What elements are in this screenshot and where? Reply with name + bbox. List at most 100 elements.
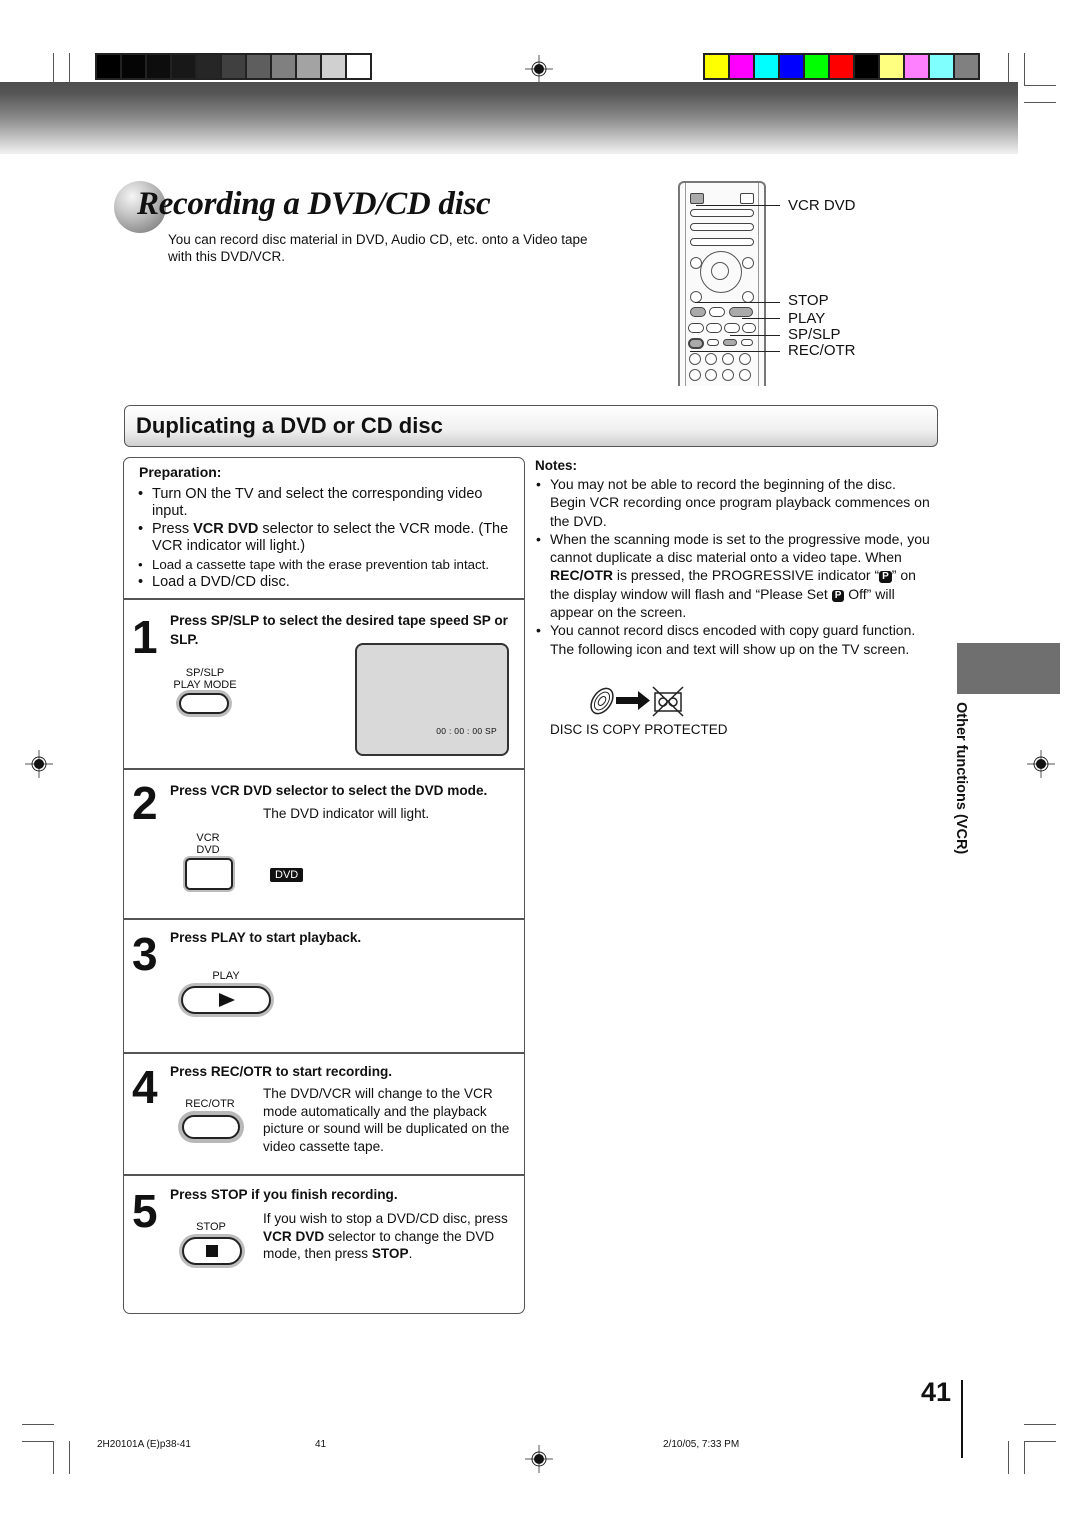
side-tab-label: Other functions (VCR) xyxy=(953,702,969,855)
remote-button xyxy=(707,339,719,346)
list-item: When the scanning mode is set to the pro… xyxy=(535,530,935,621)
remote-button xyxy=(690,238,754,246)
color-swatch xyxy=(855,55,878,78)
grayscale-calibration-bar xyxy=(95,53,372,80)
remote-button xyxy=(689,369,701,381)
crop-mark xyxy=(1024,1424,1056,1425)
remote-button xyxy=(705,353,717,365)
gray-swatch xyxy=(297,55,320,78)
gray-swatch xyxy=(322,55,345,78)
step-number: 2 xyxy=(132,777,158,829)
rec-otr-button[interactable] xyxy=(182,1115,240,1139)
footer-date: 2/10/05, 7:33 PM xyxy=(663,1439,740,1450)
remote-button xyxy=(690,209,754,217)
gray-swatch xyxy=(197,55,220,78)
remote-control-illustration xyxy=(678,181,766,386)
vcr-dvd-button[interactable] xyxy=(185,858,233,890)
step-heading: Press VCR DVD selector to select the DVD… xyxy=(170,783,488,798)
notes-title: Notes: xyxy=(535,458,578,473)
crossed-cassette-icon xyxy=(652,686,684,717)
section-header: Duplicating a DVD or CD disc xyxy=(124,405,938,447)
remote-button xyxy=(739,353,751,365)
remote-button xyxy=(705,369,717,381)
divider xyxy=(124,1174,524,1176)
color-swatch xyxy=(755,55,778,78)
list-item: Load a DVD/CD disc. xyxy=(136,574,521,591)
color-swatch xyxy=(955,55,978,78)
button-caption: VCR DVD xyxy=(196,832,220,856)
preparation-list: Turn ON the TV and select the correspond… xyxy=(136,486,521,592)
divider xyxy=(124,598,524,600)
remote-button xyxy=(706,323,722,333)
crop-mark xyxy=(69,1441,70,1474)
remote-button xyxy=(690,223,754,231)
play-button[interactable] xyxy=(181,986,271,1014)
gray-swatch xyxy=(222,55,245,78)
step-number: 4 xyxy=(132,1061,158,1113)
crop-mark xyxy=(1008,1441,1009,1474)
crop-mark xyxy=(1024,53,1025,85)
list-item: You cannot record discs encoded with cop… xyxy=(535,621,935,658)
section-title: Duplicating a DVD or CD disc xyxy=(136,413,443,438)
color-swatch xyxy=(730,55,753,78)
arrow-right-icon xyxy=(616,691,650,710)
remote-button xyxy=(742,257,754,269)
page-number: 41 xyxy=(921,1377,952,1407)
progressive-indicator-icon: P xyxy=(879,571,892,584)
button-caption: REC/OTR xyxy=(185,1098,235,1110)
crop-mark xyxy=(1024,1441,1056,1442)
step-number: 3 xyxy=(132,928,158,980)
step-text: The DVD/VCR will change to the VCR mode … xyxy=(263,1086,510,1154)
crop-mark xyxy=(69,53,70,85)
dvd-indicator: DVD xyxy=(270,868,304,882)
step-text: If you wish to stop a DVD/CD disc, press… xyxy=(263,1211,508,1261)
callout-line xyxy=(690,351,780,352)
button-caption: SP/SLP PLAY MODE xyxy=(173,667,237,691)
color-swatch xyxy=(930,55,953,78)
list-item: Turn ON the TV and select the correspond… xyxy=(136,486,521,520)
registration-mark-icon xyxy=(25,750,53,778)
step-number: 5 xyxy=(132,1185,158,1237)
remote-stop-button xyxy=(690,307,706,317)
button-caption: STOP xyxy=(196,1221,226,1233)
crop-mark xyxy=(53,53,54,85)
stop-icon xyxy=(206,1245,218,1257)
remote-button xyxy=(722,353,734,365)
tv-readout: 00 : 00 : 00 SP xyxy=(436,726,497,736)
remote-button xyxy=(741,339,753,346)
stop-button[interactable] xyxy=(182,1237,242,1265)
page-title: Recording a DVD/CD disc xyxy=(137,186,491,222)
tv-screen: 00 : 00 : 00 SP xyxy=(355,643,509,756)
play-icon xyxy=(219,993,235,1007)
divider xyxy=(124,918,524,920)
list-item: Load a cassette tape with the erase prev… xyxy=(136,556,521,573)
crop-mark xyxy=(22,1441,54,1442)
registration-mark-icon xyxy=(525,1445,553,1473)
step-heading: Press STOP if you finish recording. xyxy=(170,1187,398,1202)
remote-button xyxy=(689,353,701,365)
step-text: The DVD indicator will light. xyxy=(263,806,430,821)
remote-enter-button xyxy=(711,262,729,280)
callout-line xyxy=(742,318,780,319)
crop-mark xyxy=(22,1424,54,1425)
gray-swatch xyxy=(272,55,295,78)
color-swatch xyxy=(805,55,828,78)
crop-mark xyxy=(1024,85,1056,86)
disc-icon xyxy=(590,687,614,715)
footer-file: 2H20101A (E)p38-41 xyxy=(97,1439,191,1450)
sp-slp-button[interactable] xyxy=(179,693,229,714)
footer-page: 41 xyxy=(315,1439,327,1450)
divider xyxy=(124,1052,524,1054)
callout-line xyxy=(730,335,780,336)
button-caption: PLAY xyxy=(212,970,240,982)
callout-rec-otr: REC/OTR xyxy=(788,342,856,359)
callout-stop: STOP xyxy=(788,292,829,309)
callout-line xyxy=(696,205,780,206)
header-band xyxy=(0,82,1018,154)
step-heading: Press PLAY to start playback. xyxy=(170,930,362,945)
remote-sp-slp-button xyxy=(723,339,737,346)
color-calibration-bar xyxy=(703,53,980,80)
copy-protected-icon xyxy=(590,686,684,717)
remote-button xyxy=(722,369,734,381)
remote-vcr-dvd-button xyxy=(690,193,704,204)
